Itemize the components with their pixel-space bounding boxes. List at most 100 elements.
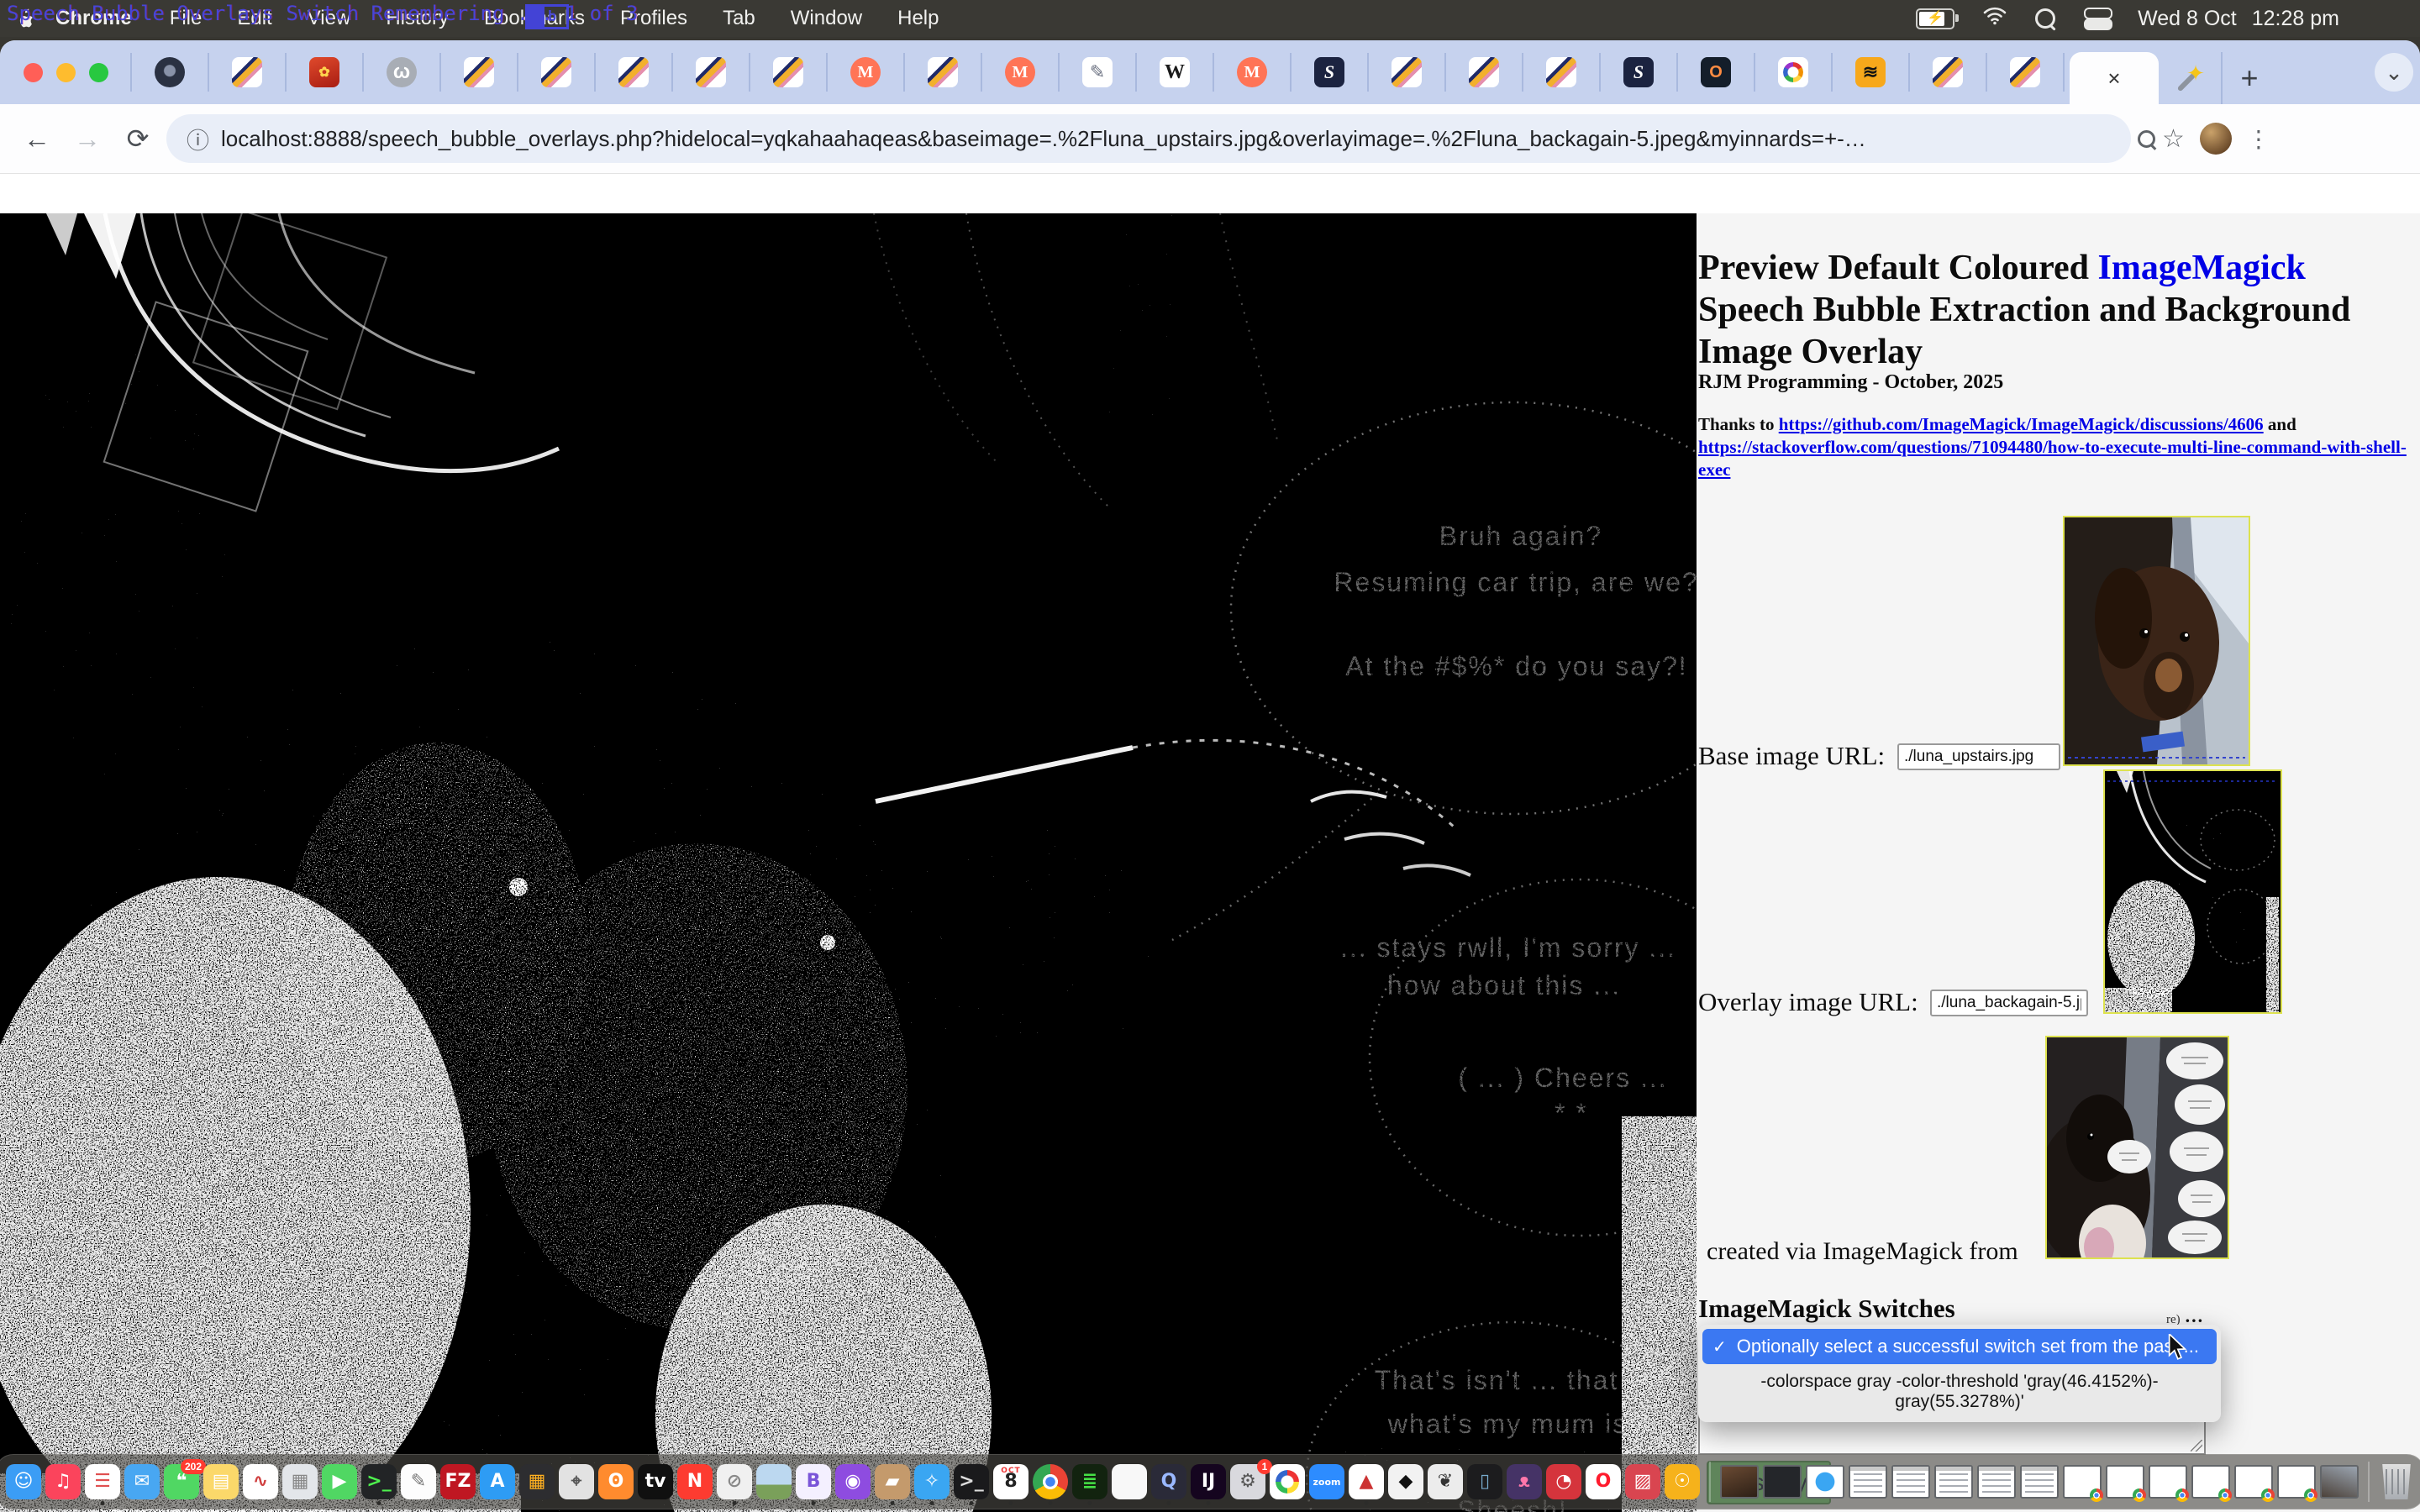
new-tab-button[interactable]: + [2221, 52, 2276, 104]
dock-photos[interactable] [756, 1464, 792, 1499]
pinned-tab-m-orange[interactable]: M [828, 53, 905, 92]
dock-podcasts[interactable]: ◉ [835, 1464, 871, 1499]
dock-reminders[interactable]: ☰ [85, 1464, 120, 1499]
pinned-tab-pencil[interactable] [905, 53, 982, 92]
pinned-tab-pencil[interactable] [1523, 53, 1601, 92]
dock-calendar[interactable]: 8OCT [993, 1464, 1028, 1499]
menu-tab[interactable]: Tab [705, 7, 773, 29]
dock-terminal[interactable]: >_ [361, 1464, 397, 1499]
pinned-tab-pencil[interactable] [1987, 53, 2065, 92]
dock-window-chrome[interactable] [2149, 1465, 2187, 1499]
dock-settings[interactable]: ⚙1 [1230, 1464, 1265, 1499]
dock-launchpad[interactable]: ▦ [282, 1464, 318, 1499]
pinned-tab-pencil[interactable] [750, 53, 828, 92]
dock-window-safari[interactable] [1806, 1465, 1844, 1499]
dock-window-chrome[interactable] [2063, 1465, 2102, 1499]
dock-iphone[interactable]: ▯ [1467, 1464, 1502, 1499]
pinned-tab-chrome-dark[interactable] [130, 53, 209, 92]
dock-gauge[interactable]: ◔ [1546, 1464, 1581, 1499]
spotlight-icon[interactable] [2035, 8, 2055, 29]
pinned-tab-pencil[interactable] [518, 53, 596, 92]
dock-pages-photo[interactable]: ▨ [1625, 1464, 1660, 1499]
pinned-tab-pencil[interactable] [1369, 53, 1446, 92]
dock-moth[interactable]: ❦ [1428, 1464, 1463, 1499]
dock-intellij[interactable]: IJ [1191, 1464, 1226, 1499]
dock-window-chrome[interactable] [2191, 1465, 2230, 1499]
dock-prism[interactable]: ▲ [1349, 1464, 1384, 1499]
pinned-tab-pencil[interactable] [209, 53, 287, 92]
dock-stocks[interactable]: ∿ [243, 1464, 278, 1499]
forward-button[interactable]: → [66, 123, 109, 155]
pinned-tab-pencil[interactable] [1446, 53, 1523, 92]
profile-avatar[interactable] [2200, 123, 2232, 155]
dock-grab[interactable]: ⌖ [559, 1464, 594, 1499]
pinned-tab-sbs-yellow[interactable]: ≋ [1833, 53, 1910, 92]
pinned-tab-o-dark[interactable]: O [1678, 53, 1755, 92]
dock-terminal3[interactable]: ≣ [1072, 1464, 1107, 1499]
dock-cat[interactable]: ᴥ [1507, 1464, 1542, 1499]
overlay-image-input[interactable] [1930, 990, 2088, 1016]
pinned-tab-m-orange[interactable]: M [982, 53, 1060, 92]
dock-finder[interactable]: ☺ [6, 1464, 41, 1499]
battery-icon[interactable]: ⚡ [1916, 8, 1954, 29]
dock-blank-doc[interactable] [1112, 1464, 1147, 1499]
dock-music[interactable]: ♫ [45, 1464, 81, 1499]
imagemagick-link[interactable]: ImageMagick [2098, 249, 2306, 287]
zoom-window-button[interactable] [89, 63, 108, 82]
dock-window-chrome[interactable] [2106, 1465, 2144, 1499]
menu-window[interactable]: Window [773, 7, 880, 29]
dock-window-doc[interactable] [1977, 1465, 2016, 1499]
menu-help[interactable]: Help [880, 7, 956, 29]
pinned-tab-s-dark[interactable]: S [1601, 53, 1678, 92]
dock-news[interactable]: N [677, 1464, 713, 1499]
tab-search-button[interactable]: ⌄ [2375, 53, 2413, 92]
dock-inkscape[interactable]: ◆ [1388, 1464, 1423, 1499]
close-tab-icon[interactable]: × [2107, 66, 2120, 92]
dock-lamp[interactable]: ☉ [1665, 1464, 1700, 1499]
dock-messages[interactable]: ❝202 [164, 1464, 199, 1499]
pinned-tab-pencil[interactable] [1910, 53, 1987, 92]
pinned-tab-s-dark[interactable]: S [1292, 53, 1369, 92]
pinned-tab-wikipedia-w[interactable]: W [1137, 53, 1214, 92]
pinned-tab-tooth[interactable]: ω [364, 53, 441, 92]
dock-mail[interactable]: ✉ [124, 1464, 160, 1499]
browser-menu-icon[interactable]: ⋮ [2238, 125, 2279, 153]
pinned-tab-pencil[interactable] [673, 53, 750, 92]
address-bar[interactable]: ⓘ localhost:8888/speech_bubble_overlays.… [166, 114, 2131, 163]
menubar-clock[interactable]: Wed 8 Oct 12:28 pm [2138, 7, 2339, 31]
minimize-window-button[interactable] [56, 63, 76, 82]
popup-option-switches[interactable]: -colorspace gray -color-threshold 'gray(… [1702, 1364, 2217, 1418]
dock-window-photo2[interactable] [2320, 1465, 2359, 1499]
reload-button[interactable]: ⟳ [116, 123, 160, 155]
pinned-tab-pencil-doc[interactable]: ✎ [1060, 53, 1137, 92]
pinned-tab-pencil[interactable] [441, 53, 518, 92]
url-text[interactable]: localhost:8888/speech_bubble_overlays.ph… [221, 126, 1866, 152]
dock-terminal2[interactable]: >_ [954, 1464, 989, 1499]
dock-zoom[interactable]: zoom [1309, 1464, 1344, 1499]
dock-window-chrome[interactable] [2277, 1465, 2316, 1499]
dock-window-mini[interactable] [1763, 1465, 1802, 1499]
pinned-tab-book-red[interactable]: ✿ [287, 53, 364, 92]
dock-keypad[interactable]: ▦ [519, 1464, 555, 1499]
dock-filezilla[interactable]: FZ [440, 1464, 476, 1499]
zoom-page-icon[interactable] [2138, 130, 2155, 148]
tab-wand[interactable]: ✦ [2159, 52, 2221, 104]
pinned-tab-pencil[interactable] [596, 53, 673, 92]
dock-window-photo[interactable] [1720, 1465, 1759, 1499]
dock-trash[interactable] [2379, 1464, 2414, 1499]
active-tab[interactable]: × [2070, 52, 2159, 104]
bookmark-star-icon[interactable]: ☆ [2162, 124, 2185, 154]
dock-safari[interactable]: ✧ [914, 1464, 950, 1499]
dock-appletv[interactable]: tv [638, 1464, 673, 1499]
dock-nosign[interactable]: ⊘ [717, 1464, 752, 1499]
dock-facetime[interactable]: ▶ [322, 1464, 357, 1499]
wifi-icon[interactable] [1983, 7, 2007, 31]
dock-files[interactable]: ▰ [875, 1464, 910, 1499]
dock-window-doc[interactable] [1849, 1465, 1887, 1499]
dock-window-doc[interactable] [2020, 1465, 2059, 1499]
dock-notes[interactable]: ▤ [203, 1464, 239, 1499]
github-link[interactable]: https://github.com/ImageMagick/ImageMagi… [1779, 414, 2264, 434]
dock-window-doc[interactable] [1891, 1465, 1930, 1499]
dock-quicklook[interactable]: Q [1151, 1464, 1186, 1499]
site-info-icon[interactable]: ⓘ [187, 123, 209, 155]
